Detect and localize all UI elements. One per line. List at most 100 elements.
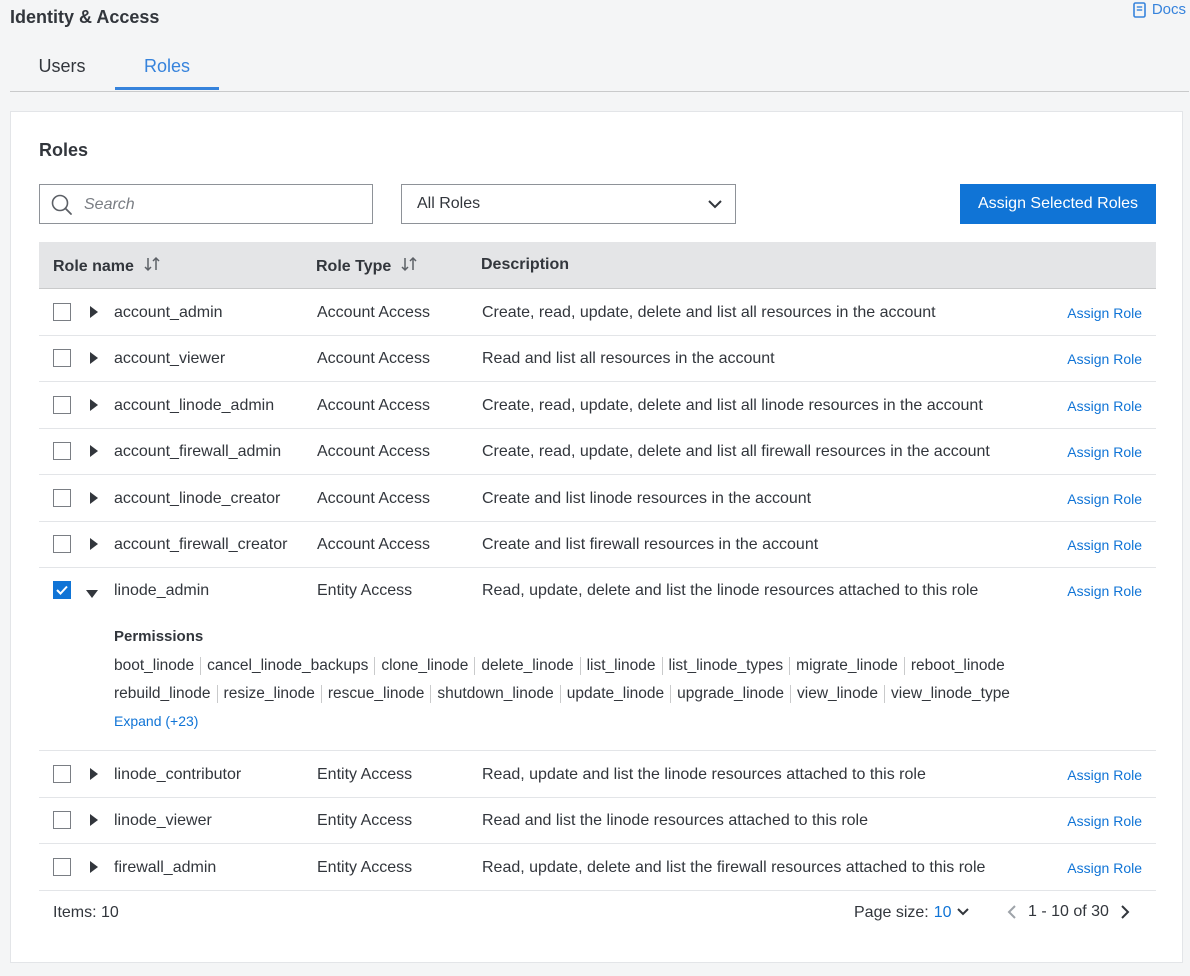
role-name: linode_viewer (114, 812, 212, 829)
checkmark-icon (55, 585, 68, 595)
role-name: firewall_admin (114, 859, 217, 876)
docs-label: Docs (1151, 1, 1186, 18)
role-type: Account Access (317, 490, 430, 507)
row-checkbox[interactable] (53, 349, 71, 367)
docs-link[interactable]: Docs (1133, 1, 1186, 18)
assign-role-link[interactable]: Assign Role (1067, 444, 1142, 460)
table-row: firewall_admin Entity Access Read, updat… (39, 844, 1156, 891)
assign-role-link[interactable]: Assign Role (1067, 398, 1142, 414)
role-name: account_linode_creator (114, 490, 281, 507)
role-type: Account Access (317, 536, 430, 553)
pagination: 1 - 10 of 30 (1006, 903, 1131, 921)
column-header-description: Description (481, 256, 570, 273)
role-description: Create and list linode resources in the … (482, 490, 812, 507)
role-type: Account Access (317, 304, 430, 321)
next-page-button[interactable] (1119, 904, 1131, 920)
table-row: account_firewall_admin Account Access Cr… (39, 428, 1156, 475)
role-description: Create and list firewall resources in th… (482, 536, 819, 553)
role-name: account_firewall_admin (114, 443, 282, 460)
role-name: linode_admin (114, 582, 210, 599)
page-size-control: Page size: 10 (854, 904, 970, 922)
assign-selected-roles-button[interactable]: Assign Selected Roles (960, 184, 1156, 224)
column-header-role-name[interactable]: Role name (53, 256, 160, 277)
row-checkbox[interactable] (53, 442, 71, 460)
row-checkbox[interactable] (53, 396, 71, 414)
permission-chip: shutdown_linode (430, 685, 559, 703)
role-description: Read and list all resources in the accou… (482, 350, 775, 367)
permission-chip: migrate_linode (789, 657, 904, 675)
expand-caret-icon[interactable] (89, 860, 99, 879)
role-type: Entity Access (317, 812, 413, 829)
assign-role-link[interactable]: Assign Role (1067, 305, 1142, 321)
assign-role-link[interactable]: Assign Role (1067, 351, 1142, 367)
card-title: Roles (39, 140, 89, 160)
role-type: Entity Access (317, 766, 413, 783)
assign-role-link[interactable]: Assign Role (1067, 491, 1142, 507)
role-filter-select[interactable]: All Roles (401, 184, 736, 224)
expand-caret-icon[interactable] (89, 398, 99, 417)
tab-roles[interactable]: Roles (115, 44, 219, 90)
table-row: linode_contributor Entity Access Read, u… (39, 751, 1156, 798)
assign-role-link[interactable]: Assign Role (1067, 860, 1142, 876)
table-row-expanded: linode_admin Entity Access Read, update,… (39, 567, 1156, 751)
search-box (39, 184, 373, 225)
permission-chip: rescue_linode (320, 685, 431, 703)
expand-caret-icon[interactable] (89, 305, 99, 324)
role-type: Account Access (317, 443, 430, 460)
page-size-label: Page size: (854, 904, 929, 921)
expand-caret-icon[interactable] (89, 767, 99, 786)
expand-caret-icon[interactable] (89, 491, 99, 510)
permission-chip: view_linode (790, 685, 884, 703)
table-row: account_admin Account Access Create, rea… (39, 289, 1156, 336)
previous-page-button[interactable] (1006, 904, 1018, 920)
chevron-down-icon (956, 904, 970, 921)
permission-chip: rebuild_linode (114, 685, 211, 702)
role-name: account_admin (114, 304, 223, 321)
permission-chip: boot_linode (114, 657, 195, 674)
role-description: Read, update, delete and list the firewa… (482, 859, 986, 876)
collapse-caret-icon[interactable] (85, 586, 99, 604)
assign-role-link[interactable]: Assign Role (1067, 767, 1142, 783)
assign-role-link[interactable]: Assign Role (1067, 537, 1142, 553)
tab-users[interactable]: Users (20, 44, 104, 90)
role-description: Create, read, update, delete and list al… (482, 397, 983, 414)
row-checkbox[interactable] (53, 303, 71, 321)
permission-chip: clone_linode (374, 657, 474, 675)
expand-caret-icon[interactable] (89, 537, 99, 556)
row-checkbox-checked[interactable] (53, 581, 71, 599)
role-name: account_linode_admin (114, 397, 275, 414)
assign-role-link[interactable]: Assign Role (1067, 583, 1142, 599)
search-input[interactable] (82, 185, 366, 225)
role-type: Entity Access (317, 859, 413, 876)
row-checkbox[interactable] (53, 858, 71, 876)
tab-bar: Users Roles (10, 44, 1189, 92)
permission-chip: list_linode_types (661, 657, 790, 675)
page-title: Identity & Access (10, 7, 160, 27)
row-checkbox[interactable] (53, 535, 71, 553)
expand-caret-icon[interactable] (89, 444, 99, 463)
row-checkbox[interactable] (53, 811, 71, 829)
permissions-title: Permissions (114, 628, 204, 645)
chevron-right-icon (1121, 905, 1130, 919)
page-range: 1 - 10 of 30 (1028, 903, 1109, 920)
permission-chip: resize_linode (216, 685, 321, 703)
sort-icon (401, 256, 417, 277)
role-name: account_firewall_creator (114, 536, 288, 553)
role-type: Account Access (317, 397, 430, 414)
permission-chip: update_linode (559, 685, 670, 703)
expand-caret-icon[interactable] (89, 351, 99, 370)
roles-card: Roles All Roles Assign Selected Roles Ro… (10, 111, 1183, 963)
expand-caret-icon[interactable] (89, 813, 99, 832)
expand-permissions-link[interactable]: Expand (+23) (114, 713, 198, 729)
sort-icon (144, 256, 160, 277)
page-size-select[interactable]: 10 (934, 904, 970, 922)
assign-role-link[interactable]: Assign Role (1067, 813, 1142, 829)
table-row: account_viewer Account Access Read and l… (39, 335, 1156, 382)
table-header: Role name Role Type Description (39, 242, 1156, 289)
items-count: Items: 10 (53, 904, 119, 921)
role-filter-value: All Roles (417, 195, 481, 212)
row-checkbox[interactable] (53, 765, 71, 783)
row-checkbox[interactable] (53, 489, 71, 507)
permissions-line-2: rebuild_linode resize_linode rescue_lino… (114, 685, 1016, 703)
column-header-role-type[interactable]: Role Type (316, 256, 417, 277)
